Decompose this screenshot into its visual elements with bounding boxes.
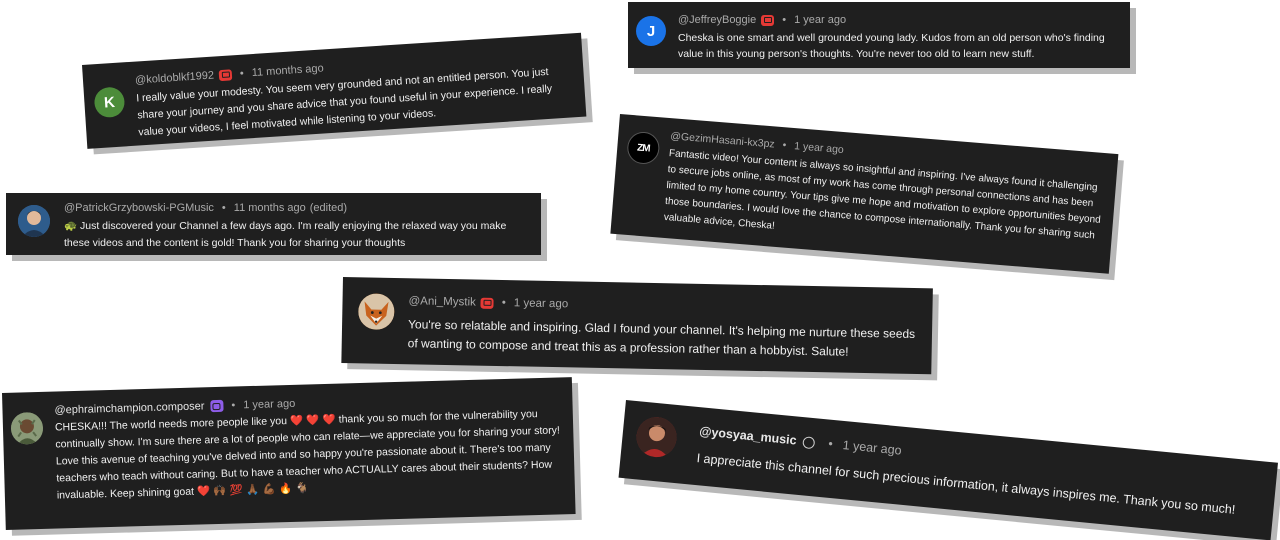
separator: • [827,436,834,451]
avatar[interactable] [634,415,679,459]
comment-author[interactable]: @PatrickGrzybowski-PGMusic [64,202,214,214]
comment-timestamp[interactable]: 1 year ago [842,438,902,458]
comment-author[interactable]: @koldoblkf1992 [135,70,215,87]
separator: • [239,67,245,80]
comment-text-body: Just discovered your Channel a few days … [64,220,507,249]
comment-meta: @PatrickGrzybowski-PGMusic • 11 months a… [64,202,347,214]
comment-meta: @Ani_Mystik • 1 year ago [408,295,568,310]
avatar-letter: J [646,22,656,40]
comment-timestamp[interactable]: 11 months ago [251,62,324,79]
comment-text: I appreciate this channel for such preci… [696,451,1236,517]
member-badge-icon [761,14,775,26]
comment-card: @PatrickGrzybowski-PGMusic • 11 months a… [6,193,541,255]
profile-photo-icon [18,205,50,237]
comment-text: You're so relatable and inspiring. Glad … [407,317,916,359]
avatar[interactable] [18,205,50,237]
member-badge-icon [218,68,233,81]
separator: • [782,139,787,152]
comment-timestamp[interactable]: 11 months ago [234,202,306,214]
separator: • [501,297,506,310]
verified-check-icon [801,436,815,450]
comment-text: 🐢 Just discovered your Channel a few day… [64,218,529,252]
comment-author[interactable]: @JeffreyBoggie [678,14,756,26]
comment-author[interactable]: @Ani_Mystik [408,295,475,308]
comment-text-line: thank you so much for the vulnerability [338,408,519,426]
comment-author[interactable]: @ephraimchampion.composer [54,400,204,416]
avatar-letter: K [103,93,116,112]
profile-photo-icon [634,415,679,459]
comment-card: @Ani_Mystik • 1 year ago You're so relat… [341,277,933,375]
comment-card: K @koldoblkf1992 • 11 months ago I reall… [82,32,587,149]
comment-meta: @JeffreyBoggie • 1 year ago [678,14,846,26]
avatar[interactable]: J [636,16,666,46]
fox-avatar-icon [357,293,395,330]
comment-text: Cheska is one smart and well grounded yo… [678,32,1105,61]
comment-card: ZM @GezimHasani-kx3pz • 1 year ago Fanta… [610,114,1119,274]
avatar[interactable] [357,293,395,330]
avatar[interactable]: K [93,86,126,119]
artist-badge-icon [210,399,224,413]
separator: • [231,399,236,412]
comment-timestamp[interactable]: 1 year ago [243,398,295,411]
comment-text: CHESKA!!! The world needs more people li… [55,405,567,504]
comment-card: @yosyaa_music • 1 year ago I appreciate … [618,400,1278,540]
avatar[interactable] [10,411,44,445]
avatar[interactable]: ZM [626,130,661,166]
separator: • [782,14,787,26]
separator: • [221,202,226,214]
comment-text-line: CHESKA!!! The world needs more people li… [54,415,288,434]
comment-text: Fantastic video! Your content is always … [663,148,1102,242]
hearts-emoji-icon: ❤️ ❤️ ❤️ [289,413,336,427]
comment-timestamp[interactable]: 1 year ago [794,140,844,156]
comment-author[interactable]: @yosyaa_music [699,424,798,447]
edited-label: (edited) [309,202,348,214]
comment-timestamp[interactable]: 1 year ago [514,297,569,310]
profile-photo-icon [10,411,44,445]
turtle-emoji-icon: 🐢 [64,220,78,232]
comment-timestamp[interactable]: 1 year ago [794,14,846,26]
emoji-sequence-icon: ❤️ 🙌🏾 💯 🙏🏾 💪🏾 🔥 🐐 [196,482,309,498]
avatar-letter: ZM [636,141,650,154]
comment-card: J @JeffreyBoggie • 1 year ago Cheska is … [628,2,1130,68]
member-badge-icon [480,297,494,309]
comment-card: @ephraimchampion.composer • 1 year ago C… [2,377,576,530]
